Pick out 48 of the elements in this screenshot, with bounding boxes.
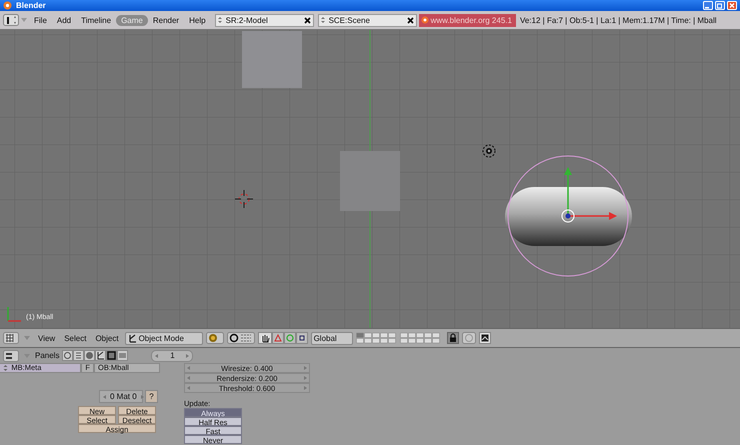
blender-logo-icon <box>420 16 429 24</box>
window-title: Blender <box>16 0 46 11</box>
delete-x-icon[interactable] <box>304 16 311 24</box>
editing-icon[interactable] <box>106 350 118 361</box>
menu-item[interactable]: Add <box>52 14 76 26</box>
lamp-icon <box>482 144 496 158</box>
dropdown-arrows-icon <box>216 15 224 25</box>
screen-selector[interactable]: SR:2-Model <box>214 14 314 26</box>
dropdown-arrows-icon <box>3 364 8 372</box>
mode-dropdown[interactable]: Object Mode <box>124 332 203 344</box>
menu-item[interactable]: Select <box>61 334 90 342</box>
lock-icon[interactable] <box>446 332 459 344</box>
logic-icon[interactable] <box>62 350 74 361</box>
scene-stats: Ve:12 | Fa:7 | Ob:5-1 | La:1 | Mem:1.17M | Time: | Mball <box>518 16 717 24</box>
pivot-icon[interactable] <box>226 332 255 344</box>
menu-item[interactable]: Render <box>148 14 184 26</box>
scene-selector[interactable]: SCE:Scene <box>318 14 417 26</box>
help-button[interactable]: ? <box>145 390 158 403</box>
restore-icon[interactable] <box>715 1 725 10</box>
window-type-icon[interactable] <box>3 14 19 26</box>
shading-icon[interactable] <box>84 350 96 361</box>
hand-icon[interactable] <box>258 332 272 344</box>
menu-item[interactable]: Timeline <box>76 14 116 26</box>
menu-item[interactable]: File <box>29 14 52 26</box>
delete-x-icon[interactable] <box>406 16 414 24</box>
window-type-icon[interactable] <box>3 350 19 362</box>
menu-item[interactable]: Help <box>184 14 211 26</box>
dropdown-arrows-icon <box>318 15 327 25</box>
orientation-dropdown[interactable]: Global <box>310 332 353 344</box>
image-icon[interactable] <box>478 332 491 344</box>
panels-label: Panels <box>35 351 60 360</box>
menu-item[interactable]: Object <box>92 334 122 342</box>
3d-cursor-icon <box>234 190 254 208</box>
object-mode-icon <box>128 334 137 342</box>
material-index-field[interactable]: 0 Mat 0 <box>99 390 143 403</box>
close-icon[interactable] <box>727 1 737 10</box>
frame-field[interactable]: 1 <box>151 350 194 362</box>
version-banner: www.blender.org 245.1 <box>418 14 516 26</box>
draw-type-icon[interactable] <box>206 332 224 344</box>
plane-object <box>242 31 302 88</box>
plane-object <box>340 151 400 211</box>
menu-item[interactable]: View <box>35 334 58 342</box>
app-icon <box>3 1 12 10</box>
script-icon[interactable] <box>73 350 84 361</box>
minimize-icon[interactable] <box>703 1 713 10</box>
scale-square-icon[interactable] <box>296 332 308 344</box>
axis-gizmo-icon <box>7 307 21 322</box>
object-icon[interactable] <box>95 350 106 361</box>
